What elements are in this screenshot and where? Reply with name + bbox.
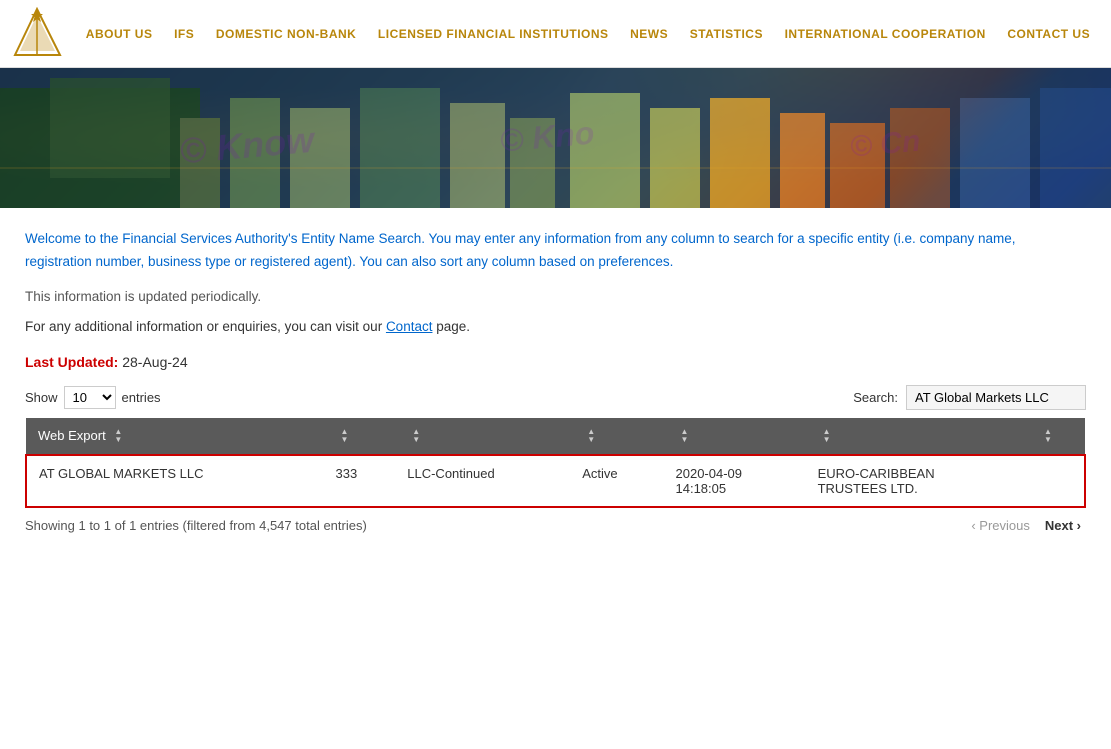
nav-bar: ABOUT US IFS DOMESTIC NON-BANK LICENSED …: [0, 0, 1111, 68]
col-web-export[interactable]: Web Export ▲▼: [26, 418, 324, 456]
table-cell-0-4: 2020-04-09 14:18:05: [664, 455, 806, 507]
col-2[interactable]: ▲▼: [324, 418, 396, 456]
logo: [10, 7, 65, 60]
col-6[interactable]: ▲▼: [806, 418, 1027, 456]
last-updated-label: Last Updated:: [25, 354, 118, 370]
nav-link-ifs[interactable]: IFS: [166, 22, 202, 46]
table-cell-0-6: [1027, 455, 1085, 507]
table-controls: Show 10 25 50 100 entries Search:: [25, 385, 1086, 410]
nav-link-contact[interactable]: CONTACT US: [999, 22, 1098, 46]
main-content: Welcome to the Financial Services Author…: [0, 208, 1111, 555]
nav-link-licensed[interactable]: LICENSED FINANCIAL INSTITUTIONS: [370, 22, 617, 46]
sort-arrows-icon-6: ▲▼: [823, 428, 831, 444]
last-updated-line: Last Updated: 28-Aug-24: [25, 354, 1086, 370]
sort-arrows-icon-4: ▲▼: [587, 428, 595, 444]
hero-image: © Know © Kno © Cn: [0, 68, 1111, 208]
sort-arrows-icon-2: ▲▼: [341, 428, 349, 444]
entries-label: entries: [122, 390, 161, 405]
sort-arrows-icon-3: ▲▼: [412, 428, 420, 444]
col-7[interactable]: ▲▼: [1027, 418, 1085, 456]
pagination: ‹ Previous Next ›: [966, 516, 1086, 535]
show-label: Show: [25, 390, 58, 405]
contact-link[interactable]: Contact: [386, 319, 433, 334]
table-footer: Showing 1 to 1 of 1 entries (filtered fr…: [25, 516, 1086, 535]
nav-link-news[interactable]: NEWS: [622, 22, 676, 46]
nav-link-international[interactable]: INTERNATIONAL COOPERATION: [777, 22, 994, 46]
entries-select[interactable]: 10 25 50 100: [64, 386, 116, 409]
showing-entries-text: Showing 1 to 1 of 1 entries (filtered fr…: [25, 518, 367, 533]
search-input[interactable]: [906, 385, 1086, 410]
table-cell-0-2: LLC-Continued: [395, 455, 570, 507]
last-updated-value: 28-Aug-24: [118, 354, 187, 370]
table-header-row: Web Export ▲▼ ▲▼ ▲▼ ▲▼ ▲▼ ▲▼: [26, 418, 1085, 456]
enquiry-prefix: For any additional information or enquir…: [25, 319, 386, 334]
nav-link-statistics[interactable]: STATISTICS: [682, 22, 771, 46]
col-4[interactable]: ▲▼: [570, 418, 663, 456]
table-cell-0-5: EURO-CARIBBEAN TRUSTEES LTD.: [806, 455, 1027, 507]
nav-link-about-us[interactable]: ABOUT US: [78, 22, 161, 46]
search-box: Search:: [853, 385, 1086, 410]
enquiry-suffix: page.: [432, 319, 470, 334]
table-cell-0-0: AT GLOBAL MARKETS LLC: [26, 455, 324, 507]
search-label: Search:: [853, 390, 898, 405]
sort-arrows-icon-5: ▲▼: [681, 428, 689, 444]
sort-arrows-icon-7: ▲▼: [1044, 428, 1052, 444]
svg-text:© Cn: © Cn: [849, 125, 922, 164]
intro-paragraph: Welcome to the Financial Services Author…: [25, 228, 1086, 274]
col-3[interactable]: ▲▼: [395, 418, 570, 456]
table-cell-0-1: 333: [324, 455, 396, 507]
updated-periodically-text: This information is updated periodically…: [25, 289, 1086, 304]
nav-link-domestic[interactable]: DOMESTIC NON-BANK: [208, 22, 365, 46]
sort-arrows-icon: ▲▼: [114, 428, 122, 444]
data-table: Web Export ▲▼ ▲▼ ▲▼ ▲▼ ▲▼ ▲▼: [25, 418, 1086, 509]
enquiry-paragraph: For any additional information or enquir…: [25, 319, 1086, 334]
next-button[interactable]: Next ›: [1040, 516, 1086, 535]
nav-links: ABOUT US IFS DOMESTIC NON-BANK LICENSED …: [75, 22, 1101, 46]
col-5[interactable]: ▲▼: [664, 418, 806, 456]
show-entries-control: Show 10 25 50 100 entries: [25, 386, 161, 409]
table-row: AT GLOBAL MARKETS LLC333LLC-ContinuedAct…: [26, 455, 1085, 507]
table-cell-0-3: Active: [570, 455, 663, 507]
previous-button[interactable]: ‹ Previous: [966, 516, 1035, 535]
